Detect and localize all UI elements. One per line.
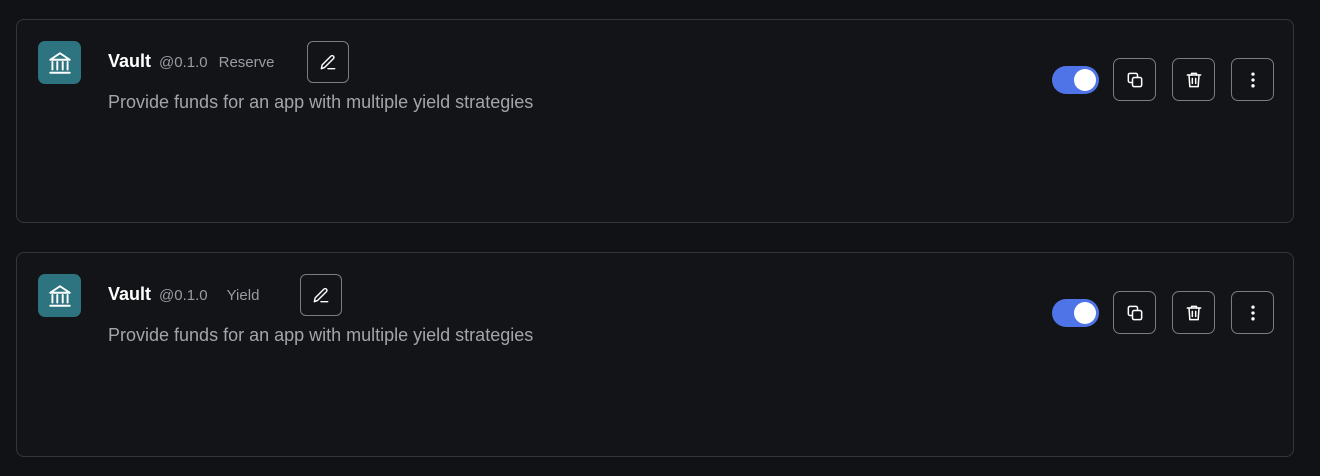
more-vertical-icon xyxy=(1250,72,1255,87)
copy-button[interactable] xyxy=(1113,58,1156,101)
toggle-knob xyxy=(1074,69,1096,91)
strategy-card: Vault @0.1.0 Yield Provide funds for an … xyxy=(16,252,1294,457)
strategy-card: Vault @0.1.0 Reserve Provide funds for a… xyxy=(16,19,1294,223)
card-title: Vault xyxy=(108,51,152,71)
card-title: Vault xyxy=(108,284,152,304)
tag-label: Reserve xyxy=(218,54,275,71)
copy-button[interactable] xyxy=(1113,291,1156,334)
delete-button[interactable] xyxy=(1172,58,1215,101)
toggle-knob xyxy=(1074,302,1096,324)
more-vertical-icon xyxy=(1250,305,1255,320)
trash-icon xyxy=(1186,305,1201,320)
bank-icon xyxy=(38,41,81,84)
delete-button[interactable] xyxy=(1172,291,1215,334)
more-options-button[interactable] xyxy=(1231,58,1274,101)
pencil-icon xyxy=(313,288,329,303)
card-description: Provide funds for an app with multiple y… xyxy=(108,92,534,112)
enable-toggle[interactable] xyxy=(1052,66,1099,94)
card-header: Vault @0.1.0 Yield xyxy=(108,284,259,308)
version-label: @0.1.0 xyxy=(159,287,208,304)
card-description: Provide funds for an app with multiple y… xyxy=(108,325,534,345)
version-label: @0.1.0 xyxy=(159,54,208,71)
enable-toggle[interactable] xyxy=(1052,299,1099,327)
edit-button[interactable] xyxy=(307,41,349,83)
edit-button[interactable] xyxy=(300,274,342,316)
copy-icon xyxy=(1127,72,1142,87)
trash-icon xyxy=(1186,72,1201,87)
pencil-icon xyxy=(320,55,336,70)
copy-icon xyxy=(1127,305,1142,320)
bank-icon xyxy=(38,274,81,317)
tag-label: Yield xyxy=(226,287,260,304)
card-header: Vault @0.1.0 Reserve xyxy=(108,51,274,75)
more-options-button[interactable] xyxy=(1231,291,1274,334)
